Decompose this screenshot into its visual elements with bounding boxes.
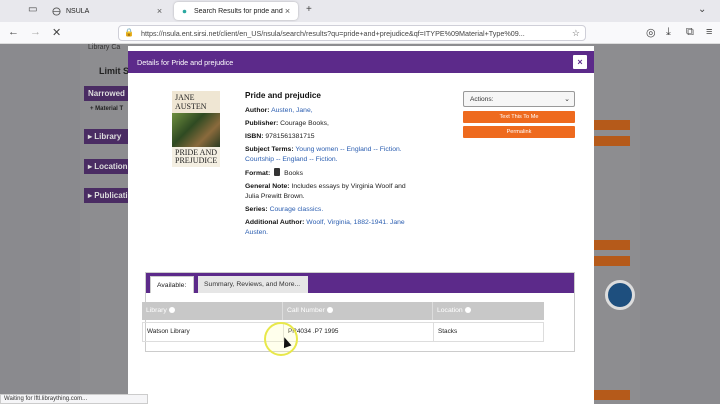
note-label: General Note:: [245, 183, 290, 190]
browser-tab-nsula[interactable]: NSULA ×: [46, 2, 170, 20]
subject-link-1[interactable]: Young women -- England -- Fiction.: [295, 146, 401, 153]
browser-tab-search-results[interactable]: Search Results for pride and prejudice ×: [174, 2, 298, 20]
series-row: Series: Courage classics.: [245, 205, 415, 215]
isbn-label: ISBN:: [245, 133, 264, 140]
globe-icon: [52, 6, 61, 16]
info-icon: [464, 307, 471, 313]
new-tab-icon[interactable]: +: [306, 4, 312, 15]
format-value: Books: [284, 170, 303, 177]
series-link[interactable]: Courage classics.: [270, 206, 324, 213]
table-header: Library Call Number Location: [142, 302, 544, 320]
tab-strip: Available: Summary, Reviews, and More...: [146, 273, 574, 293]
info-icon: [326, 307, 333, 313]
subject-link-2[interactable]: Courtship -- England -- Fiction.: [245, 156, 338, 163]
forward-arrow-icon[interactable]: →: [30, 26, 41, 38]
loading-dot-icon: [182, 9, 187, 13]
tab-overview-icon[interactable]: ▭: [28, 4, 37, 15]
subject-label: Subject Terms:: [245, 146, 294, 153]
modal-header: Details for Pride and prejudice ×: [128, 51, 594, 73]
bg-orange-button[interactable]: [592, 120, 630, 130]
book-icon: [274, 168, 281, 176]
header-location[interactable]: Location: [432, 302, 544, 320]
cover-author-text: JANE AUSTEN: [172, 91, 220, 113]
isbn-row: ISBN: 9781561381715: [245, 132, 415, 142]
bg-orange-button[interactable]: [592, 390, 630, 400]
status-bar: Waiting for lftl.libraything.com...: [0, 394, 148, 404]
isbn-value: 9781561381715: [265, 133, 315, 140]
details-modal: Details for Pride and prejudice × JANE A…: [128, 46, 594, 404]
actions-label: Actions:: [470, 96, 494, 103]
publisher-row: Publisher: Courage Books,: [245, 119, 415, 129]
tab-summary[interactable]: Summary, Reviews, and More...: [198, 276, 308, 293]
publisher-value: Courage Books,: [280, 120, 329, 127]
extensions-icon[interactable]: ⧉: [686, 26, 694, 39]
publisher-label: Publisher:: [245, 120, 279, 127]
cell-call-number: PR4034 .P7 1995: [283, 323, 433, 341]
cover-title-text: PRIDE AND PREJUDICE: [172, 147, 220, 167]
next-arrow-icon[interactable]: [605, 280, 635, 310]
download-icon[interactable]: ⤓: [666, 26, 671, 39]
lock-icon: 🔒: [124, 28, 134, 37]
star-icon[interactable]: ☆: [572, 28, 580, 39]
bg-orange-button[interactable]: [592, 256, 630, 266]
additional-author-label: Additional Author:: [245, 219, 305, 226]
book-title: Pride and prejudice: [245, 91, 321, 100]
info-icon: [168, 307, 175, 313]
close-icon[interactable]: ×: [573, 55, 587, 69]
format-row: Format: Books: [245, 168, 415, 179]
book-cover-image: JANE AUSTEN PRIDE AND PREJUDICE: [172, 91, 220, 167]
author-row: Author: Austen, Jane,: [245, 106, 415, 116]
actions-select[interactable]: Actions: ⌄: [463, 91, 575, 107]
stop-loading-icon[interactable]: ✕: [52, 26, 61, 39]
browser-nav-bar: ← → ✕ 🔒 https://nsula.ent.sirsi.net/clie…: [0, 22, 720, 44]
modal-title: Details for Pride and prejudice: [137, 57, 234, 67]
subject-row: Subject Terms: Young women -- England --…: [245, 145, 415, 165]
cover-illustration: [172, 113, 220, 147]
library-catalog-text: Library Ca: [88, 44, 121, 51]
close-tab-icon[interactable]: ×: [283, 6, 292, 16]
close-tab-icon[interactable]: ×: [155, 6, 164, 16]
tab-title: NSULA: [66, 7, 90, 15]
book-details: Pride and prejudice Author: Austen, Jane…: [245, 91, 415, 241]
series-label: Series:: [245, 206, 268, 213]
text-this-to-me-button[interactable]: Text This To Me: [463, 111, 575, 123]
author-label: Author:: [245, 107, 270, 114]
additional-author-row: Additional Author: Woolf, Virginia, 1882…: [245, 218, 415, 238]
author-link[interactable]: Austen, Jane,: [271, 107, 313, 114]
format-label: Format:: [245, 170, 271, 177]
chevron-down-icon: ⌄: [564, 96, 570, 103]
material-facet[interactable]: + Material T: [90, 106, 123, 112]
limit-search-text: Limit S: [99, 66, 130, 76]
bg-orange-button[interactable]: [592, 136, 630, 146]
pocket-icon[interactable]: ◎: [646, 26, 656, 39]
chevron-down-icon[interactable]: ⌄: [698, 4, 706, 15]
permalink-button[interactable]: Permalink: [463, 126, 575, 138]
browser-tab-bar: ▭ NSULA × Search Results for pride and p…: [0, 0, 720, 22]
bg-orange-button[interactable]: [592, 240, 630, 250]
tab-title: Search Results for pride and prejudice: [194, 7, 283, 15]
url-bar[interactable]: 🔒 https://nsula.ent.sirsi.net/client/en_…: [118, 25, 586, 41]
menu-icon[interactable]: ≡: [706, 26, 712, 38]
back-arrow-icon[interactable]: ←: [8, 26, 19, 38]
cell-location: Stacks: [433, 323, 545, 341]
table-row: Watson Library PR4034 .P7 1995 Stacks: [142, 322, 544, 342]
header-call-number[interactable]: Call Number: [282, 302, 432, 320]
header-library[interactable]: Library: [142, 302, 282, 320]
url-text: https://nsula.ent.sirsi.net/client/en_US…: [141, 28, 525, 38]
cell-library: Watson Library: [147, 328, 190, 335]
note-row: General Note: Includes essays by Virgini…: [245, 182, 415, 202]
tab-available[interactable]: Available:: [150, 276, 194, 293]
